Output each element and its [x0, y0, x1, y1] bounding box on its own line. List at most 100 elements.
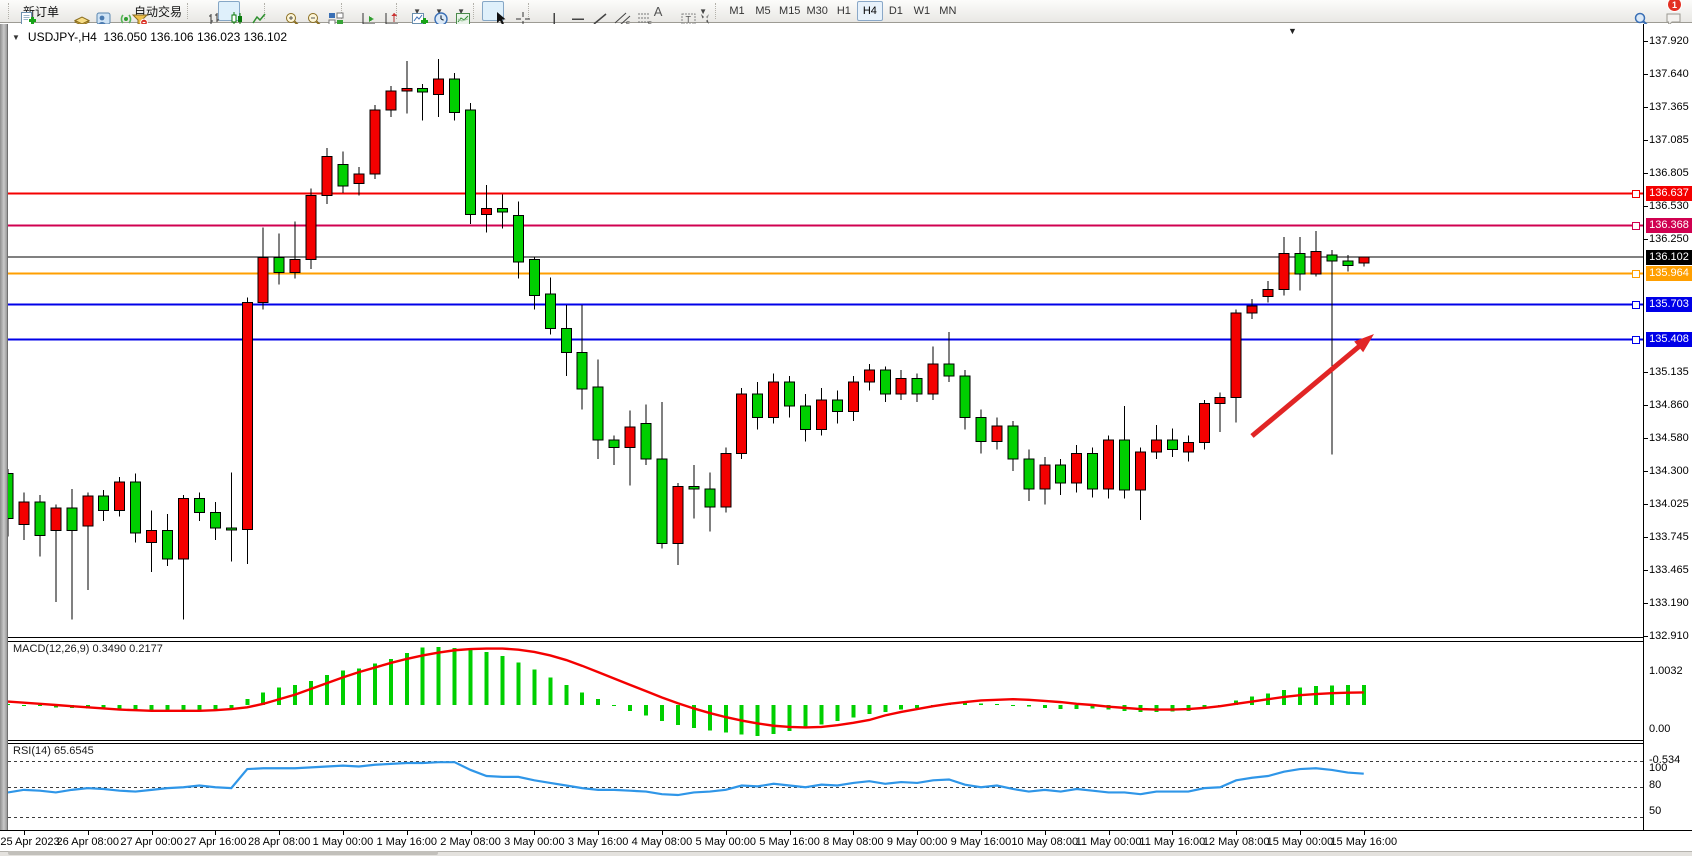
candle[interactable] [1295, 237, 1305, 290]
periods-button[interactable]: ▼ [427, 1, 449, 21]
candle[interactable] [1040, 457, 1050, 505]
tf-button-M1[interactable]: M1 [724, 1, 750, 21]
candle[interactable] [625, 411, 635, 486]
search-button[interactable] [1622, 1, 1644, 21]
candle[interactable] [497, 194, 507, 228]
candle[interactable] [354, 167, 364, 196]
macd-panel[interactable] [8, 642, 1643, 739]
auto-trading-button[interactable]: 自动交易 [128, 1, 185, 21]
candle[interactable] [226, 472, 236, 561]
price-line-handle[interactable] [1632, 222, 1640, 230]
candle[interactable] [1263, 281, 1273, 302]
tf-button-H1[interactable]: H1 [831, 1, 857, 21]
candle[interactable] [529, 257, 539, 309]
candle[interactable] [434, 59, 444, 117]
candle[interactable] [1135, 447, 1145, 519]
candle[interactable] [306, 188, 316, 269]
time-axis[interactable]: 25 Apr 202326 Apr 08:0027 Apr 00:0027 Ap… [0, 830, 1692, 851]
trend-arrow-annotation[interactable] [1252, 334, 1374, 436]
candle[interactable] [609, 435, 619, 465]
toolbar-grip[interactable] [473, 3, 478, 19]
candle[interactable] [386, 86, 396, 117]
candle[interactable] [689, 465, 699, 518]
candle[interactable] [1215, 393, 1225, 432]
candle[interactable] [1327, 250, 1337, 454]
new-order-button[interactable]: 新订单 [17, 1, 62, 21]
tf-button-M30[interactable]: M30 [803, 1, 830, 21]
candle[interactable] [1120, 406, 1130, 499]
tf-button-W1[interactable]: W1 [909, 1, 935, 21]
bars-chart-button[interactable] [196, 1, 218, 21]
tf-button-D1[interactable]: D1 [883, 1, 909, 21]
candle[interactable] [1167, 428, 1177, 457]
candle[interactable] [816, 388, 826, 436]
candle[interactable] [83, 493, 93, 590]
candle[interactable] [370, 105, 380, 179]
candle[interactable] [51, 504, 61, 601]
price-axis[interactable]: 137.920137.640137.365137.085136.805136.5… [1643, 24, 1692, 830]
candle[interactable] [1151, 425, 1161, 459]
chart-menu-icon[interactable]: ▼ [1288, 26, 1297, 36]
horizontal-scrollbar-thumb[interactable] [8, 851, 438, 855]
candle[interactable] [1231, 310, 1241, 423]
candle[interactable] [99, 490, 109, 521]
candle[interactable] [1359, 257, 1369, 267]
candle[interactable] [545, 277, 555, 334]
cursor-tool-button[interactable] [482, 1, 504, 21]
one-click-collapse-icon[interactable]: ▼ [12, 33, 20, 42]
candle[interactable] [769, 374, 779, 424]
candle[interactable] [274, 233, 284, 284]
price-chart[interactable] [8, 26, 1643, 630]
panel-separator[interactable] [8, 637, 1692, 638]
candle[interactable] [577, 305, 587, 410]
candle[interactable] [67, 489, 77, 620]
candle[interactable] [737, 388, 747, 459]
candle[interactable] [8, 469, 13, 537]
tf-button-M5[interactable]: M5 [750, 1, 776, 21]
candle[interactable] [928, 346, 938, 399]
toolbar-grip[interactable] [8, 3, 13, 19]
candle[interactable] [1072, 445, 1082, 493]
label-tool-button[interactable]: T [669, 1, 691, 21]
candle[interactable] [880, 367, 890, 403]
candle[interactable] [1311, 231, 1321, 276]
candle[interactable] [1279, 237, 1289, 295]
templates-button[interactable]: ▼ [449, 1, 471, 21]
candle[interactable] [131, 474, 141, 543]
market-watch-button[interactable] [62, 1, 84, 21]
candle[interactable] [19, 493, 29, 541]
candle[interactable] [1056, 459, 1066, 495]
candle[interactable] [1104, 435, 1114, 498]
candle[interactable] [242, 298, 252, 564]
tf-button-H4[interactable]: H4 [857, 1, 883, 21]
panel-separator[interactable] [8, 740, 1692, 741]
candle[interactable] [561, 305, 571, 376]
tf-button-M15[interactable]: M15 [776, 1, 803, 21]
candle[interactable] [115, 477, 125, 516]
candle[interactable] [290, 222, 300, 279]
candle[interactable] [1199, 400, 1209, 450]
price-line-handle[interactable] [1632, 270, 1640, 278]
notifications-button[interactable]: 1 [1654, 1, 1676, 21]
candle[interactable] [450, 73, 460, 121]
candle[interactable] [785, 376, 795, 418]
candle[interactable] [960, 370, 970, 429]
candle[interactable] [832, 390, 842, 423]
candle[interactable] [753, 382, 763, 430]
price-line-handle[interactable] [1632, 301, 1640, 309]
candle[interactable] [864, 364, 874, 390]
toolbar-grip[interactable] [715, 3, 720, 19]
candle[interactable] [163, 514, 173, 566]
candle[interactable] [657, 402, 667, 548]
price-line-handle[interactable] [1632, 336, 1640, 344]
candle[interactable] [912, 374, 922, 403]
candle[interactable] [801, 394, 811, 442]
candle[interactable] [1024, 450, 1034, 501]
toolbar-grip[interactable] [187, 3, 192, 19]
candle[interactable] [338, 152, 348, 194]
indicators-button[interactable]: ▼ [405, 1, 427, 21]
auto-scroll-button[interactable] [350, 1, 372, 21]
candle[interactable] [513, 201, 523, 278]
candle[interactable] [1183, 435, 1193, 461]
candle[interactable] [848, 376, 858, 421]
